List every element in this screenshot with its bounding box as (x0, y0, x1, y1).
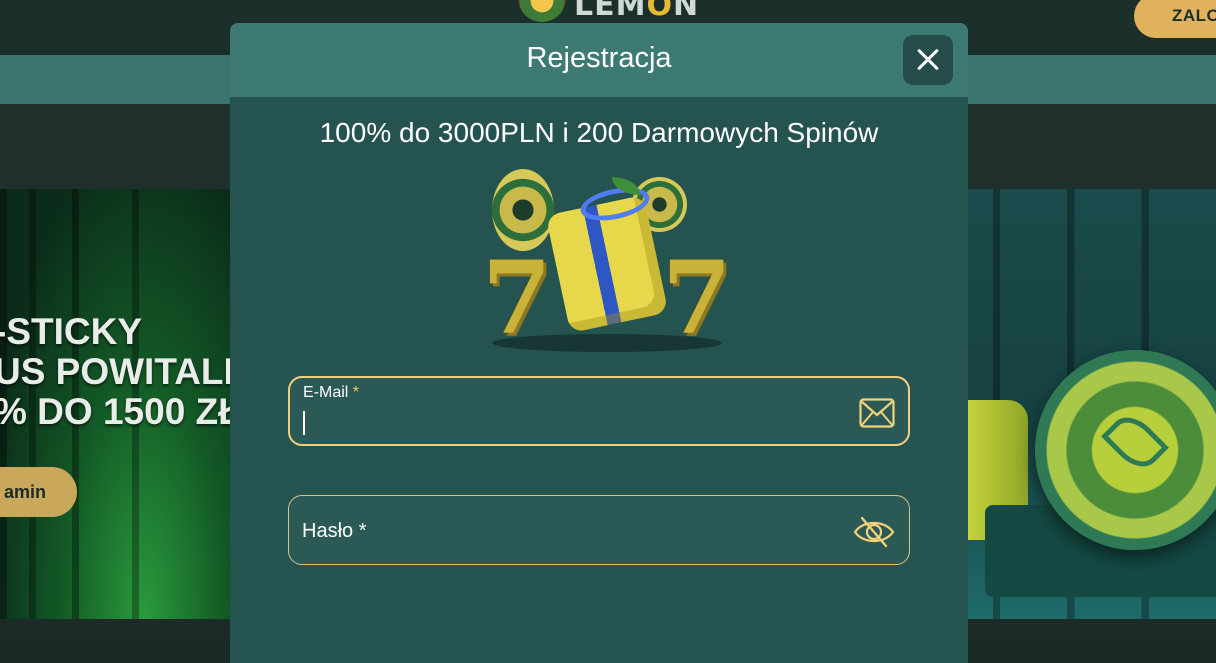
logo-text: LEMON (574, 0, 700, 23)
envelope-icon (859, 398, 895, 428)
modal-title: Rejestracja (526, 42, 672, 74)
hero-cta-button[interactable]: amin (0, 467, 77, 517)
close-icon[interactable] (903, 35, 953, 85)
text-caret (303, 411, 305, 435)
hero-headline: -STICKY US POWITALI % DO 1500 ZŁ! (0, 312, 253, 432)
email-input[interactable] (308, 408, 832, 440)
seven-icon: 7 (482, 239, 552, 357)
site-logo[interactable]: LEMON (518, 0, 700, 23)
bonus-offer-text: 100% do 3000PLN i 200 Darmowych Spinów (319, 117, 879, 148)
password-label: Hasło * (302, 520, 367, 542)
password-field[interactable]: Hasło * (288, 495, 910, 565)
gift-slots-illustration: 7 7 (482, 169, 732, 359)
modal-header: Rejestracja (230, 23, 968, 97)
login-button[interactable]: ZALO (1134, 0, 1216, 38)
email-field[interactable]: E-Mail * (288, 376, 910, 446)
eye-slash-icon[interactable] (853, 514, 895, 550)
logo-emblem-icon (518, 0, 566, 22)
hero-line-3: % DO 1500 ZŁ! (0, 391, 254, 432)
hero-line-2: US POWITALI (0, 351, 234, 392)
hero-line-1: -STICKY (0, 311, 142, 352)
email-label: E-Mail * (303, 384, 360, 401)
seven-icon: 7 (662, 239, 732, 357)
registration-modal: Rejestracja 100% do 3000PLN i 200 Darmow… (230, 23, 968, 663)
